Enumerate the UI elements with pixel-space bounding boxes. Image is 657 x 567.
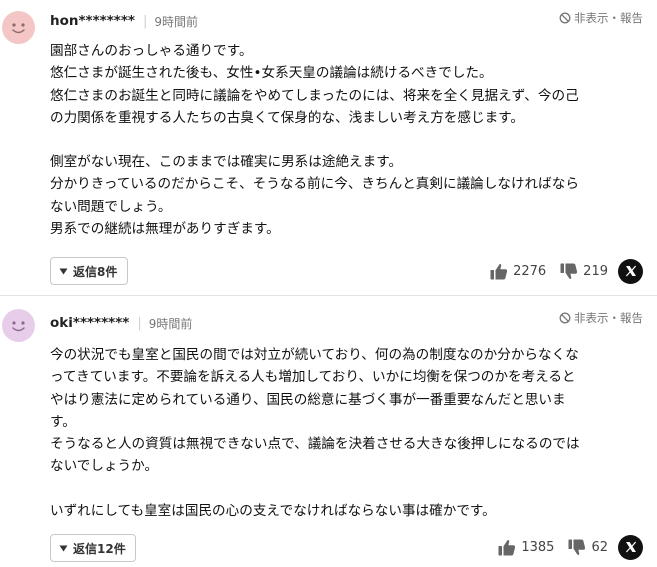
dislike-button[interactable]: 62 xyxy=(568,539,608,556)
thumbs-up-icon xyxy=(490,263,508,279)
avatar xyxy=(2,309,35,342)
replies-label: 返信12件 xyxy=(73,541,126,556)
comment-body: 園部さんのおっしゃる通りです。 悠仁さまが誕生された後も、女性•女系天皇の議論は… xyxy=(50,40,645,240)
dislike-count: 219 xyxy=(583,263,608,279)
x-logo-icon xyxy=(625,265,636,277)
comment-line: いずれにしても皇室は国民の心の支えでなければならない事は確かです。 xyxy=(50,502,496,519)
comment-body: 今の状況でも皇室と国民の間では対立が続いており、何の為の制度なのか分からなくな … xyxy=(50,344,645,522)
comment-line: 男系での継続は無理がありすぎます。 xyxy=(50,221,280,238)
report-label: 非表示・報告 xyxy=(574,311,643,325)
reaction-bar: 1385 62 xyxy=(498,534,643,560)
comment-line: 今の状況でも皇室と国民の間では対立が続いており、何の為の制度なのか分からなくな xyxy=(50,347,579,363)
replies-button[interactable]: 返信8件 xyxy=(50,257,128,285)
comment-line: やはり憲法に定められている通り、国民の総意に基づく事が一番重要なんだと思いま xyxy=(50,391,566,408)
smiley-face-icon xyxy=(12,23,25,34)
ban-icon xyxy=(559,12,571,24)
comment-line: ないでしょうか。 xyxy=(50,458,159,475)
separator: | xyxy=(142,13,148,29)
hide-report-link[interactable]: 非表示・報告 xyxy=(559,8,643,28)
separator: | xyxy=(137,315,142,331)
comment-item: hon******** | 9時間前 非表示・報告 園部さんのおっしゃる通りです… xyxy=(0,0,657,296)
comment-line: 悠仁さまが誕生された後も、女性•女系天皇の議論は続けるべきでした。 xyxy=(50,65,493,82)
like-count: 2276 xyxy=(513,263,547,279)
comment-line: ってきています。不要論を訴える人も増加しており、いかに均衡を保つのかを考えると xyxy=(50,369,576,386)
comment-header: hon******** | 9時間前 xyxy=(50,11,198,31)
report-label: 非表示・報告 xyxy=(574,11,643,25)
timestamp: 9時間前 xyxy=(154,14,199,29)
triangle-down-icon xyxy=(59,268,68,275)
reaction-bar: 2276 219 xyxy=(490,258,643,284)
like-count: 1385 xyxy=(521,539,555,555)
replies-label: 返信8件 xyxy=(73,264,118,279)
dislike-count: 62 xyxy=(591,539,608,555)
comment-blank-line xyxy=(50,478,645,500)
like-button[interactable]: 1385 xyxy=(498,539,554,556)
replies-button[interactable]: 返信12件 xyxy=(50,534,136,562)
dislike-button[interactable]: 219 xyxy=(560,263,608,280)
comment-line: 分かりきっているのだからこそ、そうなる前に今、きちんと真剣に議論しなければなら xyxy=(50,176,579,193)
x-logo-icon xyxy=(625,541,636,553)
comment-line: 側室がない現在、このままでは確実に男系は途絶えます。 xyxy=(50,154,403,171)
avatar xyxy=(2,11,35,44)
share-x-button[interactable] xyxy=(618,534,643,560)
comment-line: 悠仁さまのお誕生と同時に議論をやめてしまったのには、将来を全く見据えず、今の己 xyxy=(50,87,579,104)
comment-line: す。 xyxy=(50,413,76,430)
ban-icon xyxy=(559,312,571,324)
smiley-face-icon xyxy=(12,321,25,332)
comment-line: そうなると人の資質は無視できない点で、議論を決着させる大きな後押しになるのでは xyxy=(50,436,580,453)
triangle-down-icon xyxy=(59,545,68,552)
username[interactable]: hon******** xyxy=(50,13,135,29)
share-x-button[interactable] xyxy=(618,258,643,284)
comment-line: ない問題でしょう。 xyxy=(50,198,172,215)
timestamp: 9時間前 xyxy=(148,316,193,331)
hide-report-link[interactable]: 非表示・報告 xyxy=(559,308,643,328)
thumbs-up-icon xyxy=(498,539,516,555)
comment-line: 園部さんのおっしゃる通りです。 xyxy=(50,43,253,59)
like-button[interactable]: 2276 xyxy=(490,263,546,280)
thumbs-down-icon xyxy=(560,263,578,279)
comment-header: oki******** | 9時間前 xyxy=(50,313,192,333)
thumbs-down-icon xyxy=(568,539,586,555)
comment-line: の力関係を重視する人たちの古臭くて保身的な、浅ましい考え方を感じます。 xyxy=(50,109,525,126)
username[interactable]: oki******** xyxy=(50,315,129,331)
comment-blank-line xyxy=(50,129,645,151)
